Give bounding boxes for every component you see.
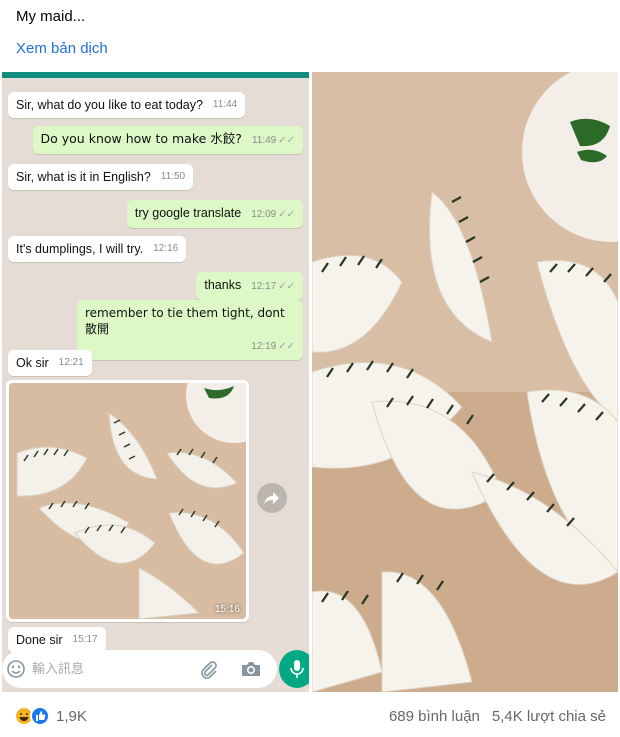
message-text: It's dumplings, I will try.: [16, 242, 144, 256]
message-time: 12:16: [153, 243, 179, 254]
message-text: Do you know how to make 水餃?: [40, 131, 242, 146]
chat-message-outgoing: thanks 12:17 ✓✓: [196, 272, 303, 300]
dumpling-photo[interactable]: [312, 72, 618, 692]
microphone-icon[interactable]: [279, 650, 309, 688]
message-text: try google translate: [134, 206, 242, 220]
chat-message-incoming: Sir, what is it in English? 11:50: [8, 164, 194, 190]
comments-count-link[interactable]: 689 bình luận: [389, 708, 480, 725]
chat-message-incoming: Ok sir 12:21: [8, 350, 92, 376]
message-time: 12:19: [251, 341, 277, 352]
message-input-bar: [2, 650, 277, 688]
chat-message-incoming: It's dumplings, I will try. 12:16: [8, 236, 187, 262]
see-translation-link[interactable]: Xem bản dịch: [16, 40, 108, 57]
message-time: 11:49: [251, 135, 277, 146]
read-receipt-icon: ✓✓: [278, 135, 295, 146]
message-text: Done sir: [16, 633, 63, 647]
shares-count-link[interactable]: 5,4K lượt chia sẻ: [492, 708, 606, 725]
engagement-stats: 689 bình luận 5,4K lượt chia sẻ: [389, 708, 606, 725]
chat-message-incoming: Sir, what do you like to eat today? 11:44: [8, 92, 246, 118]
reaction-count: 1,9K: [56, 707, 87, 725]
message-text: remember to tie them tight, dont 散開: [85, 306, 285, 336]
dumpling-thumbnail-image: [9, 383, 246, 619]
message-input[interactable]: [32, 659, 182, 679]
chat-photo-message[interactable]: 15:16: [6, 380, 249, 622]
chat-message-outgoing: remember to tie them tight, dont 散開 12:1…: [77, 300, 303, 360]
photo-time: 15:16: [214, 604, 240, 615]
reactions-summary[interactable]: 1,9K: [14, 706, 87, 726]
dumpling-thumbnail: 15:16: [9, 383, 246, 619]
chat-header-bar: [2, 72, 309, 78]
message-text: thanks: [204, 278, 242, 292]
like-emoji-icon: [30, 706, 50, 726]
chat-screenshot: Sir, what do you like to eat today? 11:44…: [2, 72, 309, 692]
message-time: 15:17: [72, 634, 98, 645]
read-receipt-icon: ✓✓: [278, 341, 295, 352]
message-time: 12:09: [251, 209, 277, 220]
post-text: My maid...: [16, 8, 86, 25]
emoji-icon[interactable]: [6, 659, 26, 679]
read-receipt-icon: ✓✓: [278, 209, 295, 220]
message-time: 11:50: [160, 171, 186, 182]
message-time: 12:17: [251, 281, 277, 292]
chat-message-outgoing: Do you know how to make 水餃? 11:49 ✓✓: [32, 126, 303, 154]
dumpling-photo-image: [312, 72, 618, 692]
chat-message-outgoing: try google translate 12:09 ✓✓: [126, 200, 303, 228]
forward-icon[interactable]: [257, 483, 287, 513]
message-text: Sir, what do you like to eat today?: [16, 98, 203, 112]
message-text: Sir, what is it in English?: [16, 170, 151, 184]
post-footer: 1,9K 689 bình luận 5,4K lượt chia sẻ: [0, 696, 620, 737]
message-time: 11:44: [212, 99, 238, 110]
message-time: 12:21: [58, 357, 84, 368]
camera-icon[interactable]: [240, 659, 262, 679]
paperclip-icon[interactable]: [198, 659, 218, 679]
message-text: Ok sir: [16, 356, 49, 370]
read-receipt-icon: ✓✓: [278, 281, 295, 292]
